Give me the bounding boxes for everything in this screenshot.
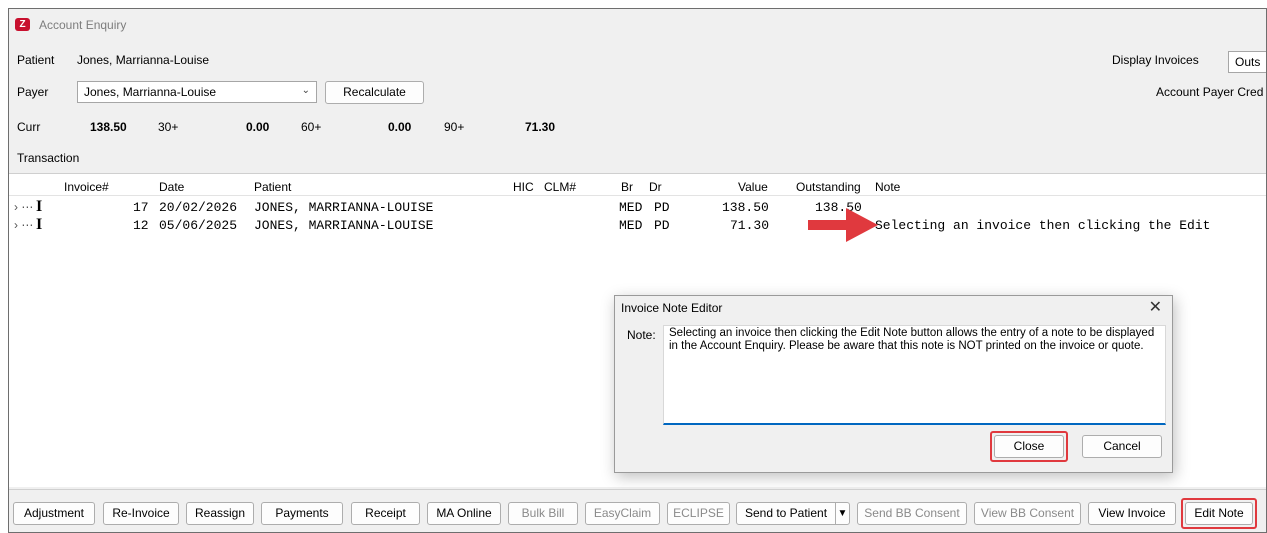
column-header-patient[interactable]: Patient <box>254 180 291 194</box>
adjustment-button[interactable]: Adjustment <box>13 502 95 525</box>
aging-90-label: 90+ <box>444 120 465 134</box>
invoice-note-editor-dialog: Invoice Note Editor ✕ Note: Selecting an… <box>614 295 1173 473</box>
column-header-clm[interactable]: CLM# <box>544 180 576 194</box>
patient-label: Patient <box>17 53 55 67</box>
column-header-dr[interactable]: Dr <box>649 180 662 194</box>
note-textarea[interactable]: Selecting an invoice then clicking the E… <box>663 325 1166 425</box>
cell-date: 20/02/2026 <box>159 200 238 215</box>
table-row[interactable]: › ⋯ I 17 20/02/2026 JONES, MARRIANNA-LOU… <box>9 198 1266 217</box>
column-header-invoice[interactable]: Invoice# <box>64 180 109 194</box>
recalculate-button[interactable]: Recalculate <box>325 81 424 104</box>
send-to-patient-label: Send to Patient <box>744 506 828 520</box>
curr-value: 138.50 <box>90 120 127 134</box>
display-invoices-label: Display Invoices <box>1112 53 1199 67</box>
title-bar: Z Account Enquiry <box>9 9 1266 39</box>
cell-br: MED <box>619 218 643 233</box>
payments-button[interactable]: Payments <box>261 502 343 525</box>
column-header-outstanding[interactable]: Outstanding <box>796 180 861 194</box>
account-enquiry-window: Z Account Enquiry Patient Jones, Marrian… <box>8 8 1267 533</box>
window-title: Account Enquiry <box>39 18 127 32</box>
cell-value: 138.50 <box>722 200 769 215</box>
expand-icon[interactable]: › ⋯ <box>14 218 33 232</box>
eclipse-button[interactable]: ECLIPSE <box>667 502 730 525</box>
note-label: Note: <box>627 328 656 342</box>
action-toolbar: Adjustment Re-Invoice Reassign Payments … <box>9 489 1266 532</box>
app-logo-icon: Z <box>15 18 30 31</box>
cell-value: 71.30 <box>730 218 770 233</box>
view-invoice-button[interactable]: View Invoice <box>1088 502 1176 525</box>
aging-30-label: 30+ <box>158 120 179 134</box>
table-row[interactable]: › ⋯ I 12 05/06/2025 JONES, MARRIANNA-LOU… <box>9 216 1266 235</box>
cell-br: MED <box>619 200 643 215</box>
callout-arrow-icon <box>808 208 878 242</box>
cancel-button[interactable]: Cancel <box>1082 435 1162 458</box>
aging-60-value: 0.00 <box>388 120 412 134</box>
chevron-down-icon: ⌄ <box>301 85 310 96</box>
send-bb-consent-button[interactable]: Send BB Consent <box>857 502 967 525</box>
cell-note: Selecting an invoice then clicking the E… <box>875 218 1211 233</box>
close-icon[interactable]: ✕ <box>1149 297 1162 317</box>
text-cursor-icon: I <box>36 216 43 233</box>
header-divider <box>9 195 1266 196</box>
cell-dr: PD <box>654 200 670 215</box>
expand-icon[interactable]: › ⋯ <box>14 200 33 214</box>
payer-label: Payer <box>17 85 49 99</box>
column-header-date[interactable]: Date <box>159 180 184 194</box>
cell-patient: JONES, MARRIANNA-LOUISE <box>254 218 434 233</box>
dropdown-arrow-icon[interactable]: ▼ <box>835 503 849 524</box>
ma-online-button[interactable]: MA Online <box>427 502 501 525</box>
column-header-hic[interactable]: HIC <box>513 180 534 194</box>
cell-invoice: 17 <box>133 200 149 215</box>
account-payer-credit-label: Account Payer Cred <box>1156 85 1264 99</box>
bulk-bill-button[interactable]: Bulk Bill <box>508 502 578 525</box>
payer-select[interactable]: Jones, Marrianna-Louise ⌄ <box>77 81 317 103</box>
reinvoice-button[interactable]: Re-Invoice <box>103 502 179 525</box>
aging-60-label: 60+ <box>301 120 322 134</box>
column-header-value[interactable]: Value <box>738 180 768 194</box>
column-header-br[interactable]: Br <box>621 180 633 194</box>
cell-date: 05/06/2025 <box>159 218 238 233</box>
view-bb-consent-button[interactable]: View BB Consent <box>974 502 1081 525</box>
close-button-highlight <box>990 431 1068 462</box>
dialog-title: Invoice Note Editor <box>621 301 723 315</box>
patient-name: Jones, Marrianna-Louise <box>77 53 210 67</box>
text-cursor-icon: I <box>36 198 43 215</box>
send-to-patient-button[interactable]: Send to Patient ▼ <box>736 502 850 525</box>
easyclaim-button[interactable]: EasyClaim <box>585 502 660 525</box>
cell-dr: PD <box>654 218 670 233</box>
curr-label: Curr <box>17 120 41 134</box>
column-header-note[interactable]: Note <box>875 180 900 194</box>
aging-30-value: 0.00 <box>246 120 270 134</box>
receipt-button[interactable]: Receipt <box>351 502 420 525</box>
transaction-label: Transaction <box>17 151 80 165</box>
reassign-button[interactable]: Reassign <box>186 502 254 525</box>
cell-patient: JONES, MARRIANNA-LOUISE <box>254 200 434 215</box>
aging-90-value: 71.30 <box>525 120 556 134</box>
edit-note-highlight <box>1181 498 1257 529</box>
payer-value: Jones, Marrianna-Louise <box>84 85 217 99</box>
cell-invoice: 12 <box>133 218 149 233</box>
display-invoices-select[interactable]: Outs <box>1228 51 1266 73</box>
